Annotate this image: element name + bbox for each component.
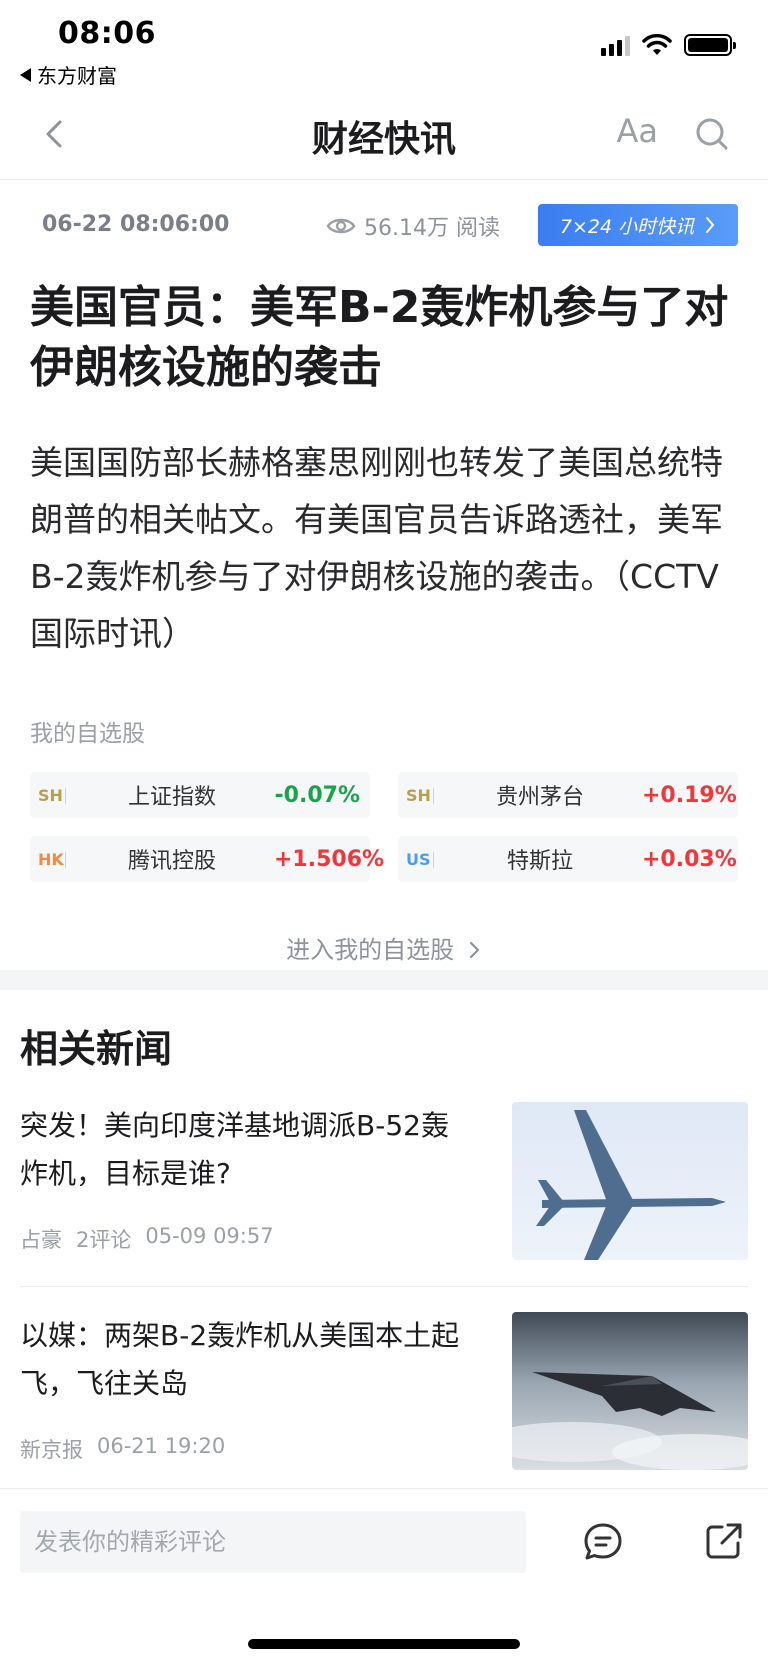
news-meta: 占豪 2评论 05-09 09:57 — [20, 1224, 274, 1254]
news-thumbnail — [512, 1102, 748, 1260]
cellular-signal-icon — [601, 34, 630, 56]
back-triangle-icon — [20, 67, 31, 82]
enter-watchlist-link[interactable]: 进入我的自选股 — [0, 930, 768, 965]
status-icons — [601, 34, 736, 56]
status-time: 08:06 — [58, 16, 156, 51]
stock-name: 特斯拉 — [506, 849, 573, 874]
article-headline: 美国官员：美军B-2轰炸机参与了对伊朗核设施的袭击 — [30, 282, 729, 393]
enter-watchlist-label: 进入我的自选股 — [286, 936, 455, 964]
fast-news-label: 7×24 小时快讯 — [559, 215, 695, 238]
stock-card[interactable]: US 特斯拉 +0.03% — [398, 836, 738, 882]
view-count: 56.14万 阅读 — [326, 210, 500, 242]
section-divider — [0, 970, 768, 990]
news-source: 占豪 — [20, 1228, 62, 1252]
stock-card[interactable]: HK 腾讯控股 +1.506% — [30, 836, 385, 882]
b52-bomber-image — [512, 1102, 748, 1260]
news-thumbnail — [512, 1312, 748, 1470]
back-app-label: 东方财富 — [37, 64, 117, 88]
market-tag: SH — [398, 786, 438, 805]
news-time: 06-21 19:20 — [97, 1434, 226, 1458]
battery-icon — [684, 34, 736, 56]
news-divider — [20, 1286, 748, 1287]
article-meta: 06-22 08:06:00 56.14万 阅读 7×24 小时快讯 — [0, 204, 768, 248]
chevron-right-icon — [469, 941, 480, 959]
news-item[interactable]: 以媒：两架B-2轰炸机从美国本土起飞，飞往关岛 新京报 06-21 19:20 — [20, 1312, 748, 1472]
b2-bomber-image — [512, 1312, 748, 1470]
stock-card[interactable]: SH 贵州茅台 +0.19% — [398, 772, 738, 818]
news-title: 突发！美向印度洋基地调派B-52轰炸机，目标是谁? — [20, 1109, 449, 1190]
chevron-right-icon — [706, 217, 715, 233]
view-count-label: 56.14万 阅读 — [364, 216, 500, 241]
market-tag: US — [398, 850, 438, 869]
search-icon[interactable] — [692, 114, 732, 154]
font-size-icon[interactable]: Aa — [617, 112, 659, 150]
market-tag: SH — [30, 786, 70, 805]
news-time: 05-09 09:57 — [145, 1224, 274, 1248]
news-title: 以媒：两架B-2轰炸机从美国本土起飞，飞往关岛 — [20, 1319, 460, 1400]
market-tag: HK — [30, 850, 70, 869]
news-item[interactable]: 突发！美向印度洋基地调派B-52轰炸机，目标是谁? 占豪 2评论 05-09 0… — [20, 1102, 748, 1262]
article-timestamp: 06-22 08:06:00 — [42, 212, 230, 237]
stock-change: +0.03% — [642, 846, 737, 872]
stock-card[interactable]: SH 上证指数 -0.07% — [30, 772, 370, 818]
share-icon[interactable] — [704, 1521, 744, 1561]
home-indicator — [248, 1639, 520, 1649]
article-body: 美国国防部长赫格塞思刚刚也转发了美国总统特朗普的相关帖文。有美国官员告诉路透社，… — [30, 443, 723, 653]
back-to-app-link[interactable]: 东方财富 — [20, 60, 117, 89]
stock-change: +0.19% — [642, 782, 737, 808]
comment-input[interactable] — [20, 1511, 526, 1573]
status-bar: 08:06 东方财富 — [0, 0, 768, 90]
related-news-title: 相关新闻 — [20, 1027, 173, 1071]
bottom-bar — [0, 1488, 768, 1663]
comment-icon[interactable] — [582, 1521, 624, 1563]
news-source: 新京报 — [20, 1438, 83, 1462]
stock-name: 贵州茅台 — [495, 785, 584, 810]
watchlist-title: 我的自选股 — [30, 721, 145, 747]
stock-name: 上证指数 — [127, 785, 216, 810]
nav-bar: 财经快讯 Aa — [0, 90, 768, 180]
stock-name: 腾讯控股 — [127, 849, 216, 874]
stock-change: -0.07% — [274, 782, 360, 808]
news-meta: 新京报 06-21 19:20 — [20, 1434, 225, 1464]
wifi-icon — [642, 34, 672, 55]
news-comments: 2评论 — [76, 1228, 132, 1252]
fast-news-badge[interactable]: 7×24 小时快讯 — [538, 204, 738, 246]
eye-icon — [326, 218, 356, 234]
stock-change: +1.506% — [274, 846, 385, 872]
